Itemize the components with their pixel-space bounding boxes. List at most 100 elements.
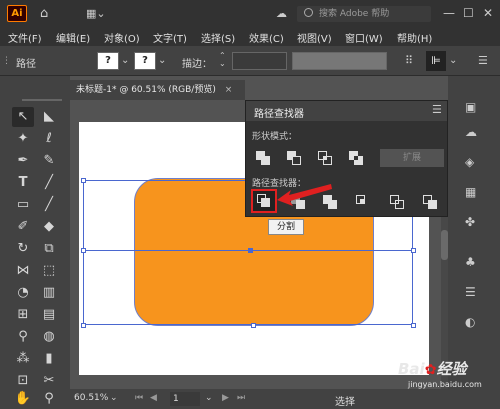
exclude-icon[interactable] [349,151,364,166]
properties-icon[interactable]: ▣ [465,100,476,114]
minus-back-icon[interactable] [423,195,438,210]
menu-help[interactable]: 帮助(H) [397,30,432,45]
line-tool-icon[interactable]: ╱ [40,174,58,192]
panel-title[interactable]: 路径查找器 [254,105,304,120]
unite-icon[interactable] [256,151,271,166]
zoom-tool-icon[interactable]: ⚲ [40,390,58,408]
pen-tool-icon[interactable]: ✒ [14,152,32,170]
chevron-down-icon[interactable]: ⌄ [449,55,457,66]
chevron-down-icon[interactable]: ⌄ [158,55,166,66]
divide-icon[interactable] [257,194,272,209]
resize-handle[interactable] [81,248,86,253]
resize-handle[interactable] [251,323,256,328]
panel-menu-icon[interactable]: ☰ [432,103,442,116]
menu-window[interactable]: 窗口(W) [345,30,383,45]
document-tab[interactable]: 未标题-1* @ 60.51% (RGB/预览) × [70,80,245,100]
rotate-tool-icon[interactable]: ↻ [14,240,32,258]
app-logo: Ai [7,5,27,22]
outline-icon[interactable] [390,195,405,210]
cloud-icon[interactable]: ☁ [276,6,287,22]
prev-page-icon[interactable]: ◀ [150,393,157,403]
next-page-icon[interactable]: ▶ [222,393,229,403]
expand-button[interactable]: 扩展 [380,149,444,167]
document-tab-title: 未标题-1* @ 60.51% (RGB/预览) [76,85,216,95]
chevron-down-icon[interactable]: ⌄ [110,393,118,403]
swatches-icon[interactable]: ▦ [465,185,476,199]
menu-file[interactable]: 文件(F) [8,30,42,45]
symbols-icon[interactable]: ♣ [465,255,476,269]
fill-swatch[interactable]: ? [97,52,119,70]
stroke-panel-icon[interactable]: ☰ [465,285,476,299]
center-point [248,248,253,253]
align-icon[interactable]: ⊫ [426,51,446,71]
home-icon[interactable]: ⌂ [40,6,48,22]
shape-modes-label: 形状模式： [252,132,298,142]
minus-front-icon[interactable] [287,151,302,166]
stroke-weight-field[interactable] [232,52,287,70]
scale-tool-icon[interactable]: ⧉ [40,240,58,258]
zoom-level[interactable]: 60.51% [74,393,108,403]
chevron-down-icon[interactable]: ⌄ [121,55,129,66]
brushes-icon[interactable]: ✤ [465,215,475,229]
crop-icon[interactable] [356,195,371,210]
gradient-tool-icon[interactable]: ▤ [40,306,58,324]
menu-view[interactable]: 视图(V) [297,30,332,45]
lasso-icon[interactable]: ℓ [40,130,58,148]
last-page-icon[interactable]: ⏭ [237,393,245,403]
chevron-down-icon[interactable]: ⌄ [205,393,213,403]
symbol-sprayer-icon[interactable]: ⁂ [14,350,32,368]
hand-tool-icon[interactable]: ✋ [14,390,32,408]
blend-tool-icon[interactable]: ◍ [40,328,58,346]
direct-selection-tool-icon[interactable]: ◣ [40,108,58,126]
status-select-label[interactable]: 选择 [335,393,355,408]
brush-tool-icon[interactable]: ╱ [40,196,58,214]
resize-handle[interactable] [81,323,86,328]
maximize-icon[interactable]: ☐ [463,6,474,20]
graph-tool-icon[interactable]: ▮ [40,350,58,368]
menu-edit[interactable]: 编辑(E) [56,30,90,45]
perspective-grid-icon[interactable]: ▥ [40,284,58,302]
slice-tool-icon[interactable]: ✂ [40,372,58,390]
layers-icon[interactable]: ◈ [465,155,474,169]
resize-handle[interactable] [81,178,86,183]
eraser-tool-icon[interactable]: ◆ [40,218,58,236]
shape-builder-icon[interactable]: ◔ [14,284,32,302]
close-icon[interactable]: × [225,85,233,95]
menu-select[interactable]: 选择(S) [201,30,235,45]
libraries-icon[interactable]: ☁ [465,125,477,139]
transparency-icon[interactable]: ◐ [465,315,475,329]
close-icon[interactable]: ✕ [483,6,493,20]
artboard-tool-icon[interactable]: ⊡ [14,372,32,390]
grid-icon[interactable]: ⠿ [405,54,413,67]
search-icon [304,8,313,17]
menu-object[interactable]: 对象(O) [104,30,140,45]
search-input[interactable]: 搜索 Adobe 帮助 [297,6,431,22]
page-number-field[interactable]: 1 [170,392,200,406]
workspace-icon[interactable]: ▦⌄ [86,6,106,22]
scroll-thumb[interactable] [441,230,448,260]
stroke-swatch[interactable]: ? [134,52,156,70]
resize-handle[interactable] [411,323,416,328]
menu-effect[interactable]: 效果(C) [249,30,284,45]
width-tool-icon[interactable]: ⋈ [14,262,32,280]
curvature-tool-icon[interactable]: ✎ [40,152,58,170]
menu-list-icon[interactable]: ☰ [478,54,488,67]
mesh-tool-icon[interactable]: ⊞ [14,306,32,324]
menu-type[interactable]: 文字(T) [153,30,187,45]
type-tool-icon[interactable]: T [14,174,32,192]
magic-wand-icon[interactable]: ✦ [14,130,32,148]
red-arrow-annotation [277,184,332,206]
shaper-tool-icon[interactable]: ✐ [14,218,32,236]
resize-handle[interactable] [411,248,416,253]
intersect-icon[interactable] [318,151,333,166]
variable-width-profile[interactable] [292,52,387,70]
rectangle-tool-icon[interactable]: ▭ [14,196,32,214]
selection-tool-icon[interactable]: ↖ [14,108,32,126]
free-transform-icon[interactable]: ⬚ [40,262,58,280]
stroke-stepper[interactable]: ⌃ ⌄ [219,52,229,68]
watermark-url: jingyan.baidu.com [408,380,482,389]
first-page-icon[interactable]: ⏮ [135,393,143,403]
eyedropper-icon[interactable]: ⚲ [14,328,32,346]
paw-icon: ✿ [424,362,437,378]
minimize-icon[interactable]: — [443,6,455,20]
